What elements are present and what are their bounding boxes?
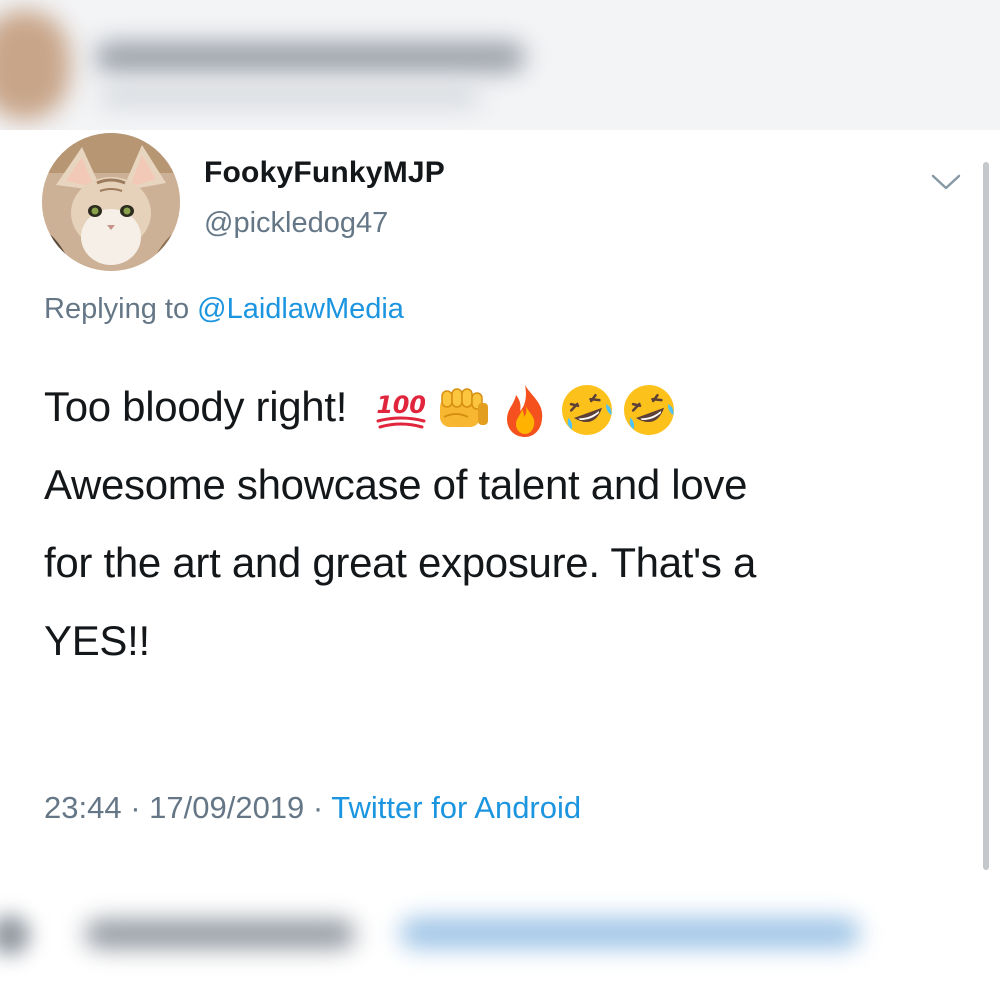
rolling-on-floor-laughing-icon [562,384,613,435]
avatar[interactable] [42,133,180,271]
rolling-on-floor-laughing-icon [624,384,675,435]
tweet-text: Too bloody right! 100 Awesome showcase o… [44,368,974,680]
oncoming-fist-icon [440,388,489,427]
meta-separator: · [121,790,150,825]
blurred-icon [0,915,30,955]
hundred-points-icon: 100 [377,391,426,429]
hundred-points-text: 100 [377,391,426,419]
emoji-group: 100 [372,381,678,439]
scrollbar[interactable] [983,162,989,870]
blurred-link [400,918,860,948]
blurred-subtext [100,88,480,106]
tweet-metadata: 23:44 · 17/09/2019 · Twitter for Android [44,790,581,826]
fire-icon [507,384,543,437]
blurred-previous-tweet [0,0,1000,130]
tweet-text-line: for the art and great exposure. That's a [44,539,757,586]
tweet-card: FookyFunkyMJP @pickledog47 Replying to @… [0,130,1000,875]
user-handle[interactable]: @pickledog47 [204,207,388,240]
tweet-screenshot: FookyFunkyMJP @pickledog47 Replying to @… [0,0,1000,1000]
cat-avatar-icon [42,133,180,271]
meta-separator: · [304,790,332,825]
chevron-down-icon [931,174,961,190]
more-options-button[interactable] [924,160,968,204]
tweet-text-line: Awesome showcase of talent and love [44,461,748,508]
blurred-text [85,920,355,948]
replying-to-mention-link[interactable]: @LaidlawMedia [197,293,404,325]
replying-to-line: Replying to @LaidlawMedia [44,293,404,326]
tweet-date: 17/09/2019 [149,790,305,825]
replying-to-label: Replying to [44,293,198,325]
tweet-text-segment: Too bloody right! [44,383,348,430]
blurred-avatar [0,10,70,120]
blurred-name [95,42,525,72]
tweet-text-line: Too bloody right! 100 [44,368,974,446]
display-name[interactable]: FookyFunkyMJP [204,156,445,190]
tweet-text-line: YES!! [44,617,150,664]
blurred-next-content [0,875,1000,1000]
tweet-time: 23:44 [44,790,122,825]
tweet-source-link[interactable]: Twitter for Android [331,790,581,825]
